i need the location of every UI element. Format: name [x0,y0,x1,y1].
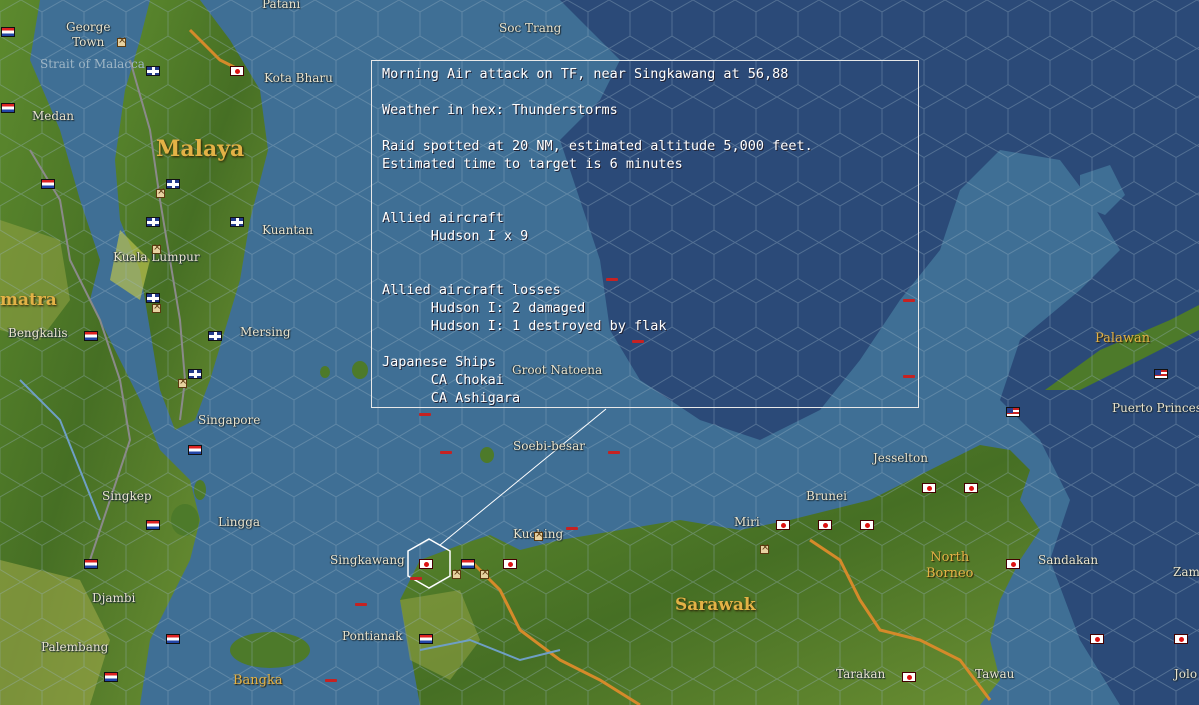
british-flag-icon[interactable] [166,179,180,189]
japanese-flag-icon[interactable] [860,520,874,530]
us-flag-icon[interactable] [1154,369,1168,379]
base-icon[interactable] [152,301,161,313]
dutch-flag-icon[interactable] [166,634,180,644]
label-patani[interactable]: Patani [262,0,300,11]
japanese-flag-icon[interactable] [1174,634,1188,644]
label-soebi-besar[interactable]: Soebi-besar [513,439,585,453]
label-strait-of-malacca: Strait of Malacca [40,57,145,71]
task-force-icon[interactable] [419,413,431,416]
report-line-blank [382,263,908,281]
dutch-flag-icon[interactable] [104,672,118,682]
report-line-blank [382,335,908,353]
report-line-blank [382,245,908,263]
base-icon[interactable] [117,35,126,47]
report-line-ship-chokai: CA Chokai [382,372,504,388]
label-puerto-princesa[interactable]: Puerto Princes [1112,401,1199,415]
report-line-allied-aircraft-header: Allied aircraft [382,210,504,226]
japanese-flag-icon[interactable] [964,483,978,493]
label-mersing[interactable]: Mersing [240,325,291,339]
label-soc-trang[interactable]: Soc Trang [499,21,561,35]
task-force-icon[interactable] [440,451,452,454]
report-line-blank [382,191,908,209]
british-flag-icon[interactable] [230,217,244,227]
report-line-title: Morning Air attack on TF, near Singkawan… [382,66,789,82]
label-singkep[interactable]: Singkep [102,489,152,503]
label-bangka: Bangka [233,673,283,688]
base-icon[interactable] [178,376,187,388]
label-malaya: Malaya [156,136,245,162]
base-icon[interactable] [480,567,489,579]
dutch-flag-icon[interactable] [419,634,433,644]
report-line-loss-damaged: Hudson I: 2 damaged [382,300,586,316]
us-flag-icon[interactable] [1006,407,1020,417]
base-icon[interactable] [156,186,165,198]
japanese-flag-icon[interactable] [230,66,244,76]
dutch-flag-icon[interactable] [84,559,98,569]
dutch-flag-icon[interactable] [41,179,55,189]
report-line-blank [382,173,908,191]
report-line-time-to-target: Estimated time to target is 6 minutes [382,156,683,172]
base-icon[interactable] [152,242,161,254]
report-line-ship-ashigara: CA Ashigara [382,390,521,406]
british-flag-icon[interactable] [146,217,160,227]
label-jolo[interactable]: Jolo [1174,667,1197,681]
base-icon[interactable] [452,567,461,579]
task-force-icon[interactable] [355,603,367,606]
japanese-flag-icon[interactable] [1090,634,1104,644]
japanese-flag-icon[interactable] [818,520,832,530]
label-zam[interactable]: Zam [1173,565,1199,579]
dutch-flag-icon[interactable] [1,27,15,37]
label-lingga[interactable]: Lingga [218,515,260,529]
british-flag-icon[interactable] [188,369,202,379]
japanese-flag-icon[interactable] [503,559,517,569]
japanese-flag-icon[interactable] [419,559,433,569]
label-palembang[interactable]: Palembang [41,640,108,654]
base-icon[interactable] [534,529,543,541]
report-line-allied-aircraft: Hudson I x 9 [382,228,529,244]
dutch-flag-icon[interactable] [1,103,15,113]
dutch-flag-icon[interactable] [188,445,202,455]
label-bengkalis[interactable]: Bengkalis [8,326,68,340]
label-miri[interactable]: Miri [734,515,760,529]
label-medan[interactable]: Medan [32,109,74,123]
report-line-raid-spotted: Raid spotted at 20 NM, estimated altitud… [382,138,813,154]
label-brunei[interactable]: Brunei [806,489,847,503]
report-line-blank [382,119,908,137]
task-force-icon[interactable] [325,679,337,682]
task-force-icon[interactable] [566,527,578,530]
label-sarawak: Sarawak [675,595,756,615]
japanese-flag-icon[interactable] [922,483,936,493]
label-sandakan[interactable]: Sandakan [1038,553,1098,567]
report-line-loss-destroyed: Hudson I: 1 destroyed by flak [382,318,667,334]
japanese-flag-icon[interactable] [902,672,916,682]
dutch-flag-icon[interactable] [461,559,475,569]
label-north-borneo: North Borneo [926,550,974,581]
base-icon[interactable] [760,542,769,554]
label-kota-bharu[interactable]: Kota Bharu [264,71,333,85]
japanese-flag-icon[interactable] [1006,559,1020,569]
dutch-flag-icon[interactable] [84,331,98,341]
report-line-blank [382,83,908,101]
label-sumatra: matra [0,290,57,310]
label-george-town[interactable]: George Town [66,20,110,50]
label-tarakan[interactable]: Tarakan [836,667,885,681]
report-line-weather: Weather in hex: Thunderstorms [382,102,618,118]
combat-report-panel[interactable]: Morning Air attack on TF, near Singkawan… [371,60,919,408]
label-palawan: Palawan [1095,331,1151,346]
label-pontianak[interactable]: Pontianak [342,629,403,643]
task-force-icon[interactable] [608,451,620,454]
report-line-losses-header: Allied aircraft losses [382,282,561,298]
japanese-flag-icon[interactable] [776,520,790,530]
british-flag-icon[interactable] [146,66,160,76]
report-line-japanese-ships-header: Japanese Ships [382,354,496,370]
label-jesselton[interactable]: Jesselton [873,451,928,465]
label-kuantan[interactable]: Kuantan [262,223,313,237]
dutch-flag-icon[interactable] [146,520,160,530]
label-tawau[interactable]: Tawau [975,667,1014,681]
label-singkawang[interactable]: Singkawang [330,553,405,567]
task-force-icon[interactable] [410,577,422,580]
label-djambi[interactable]: Djambi [92,591,135,605]
british-flag-icon[interactable] [208,331,222,341]
label-singapore[interactable]: Singapore [198,413,260,427]
